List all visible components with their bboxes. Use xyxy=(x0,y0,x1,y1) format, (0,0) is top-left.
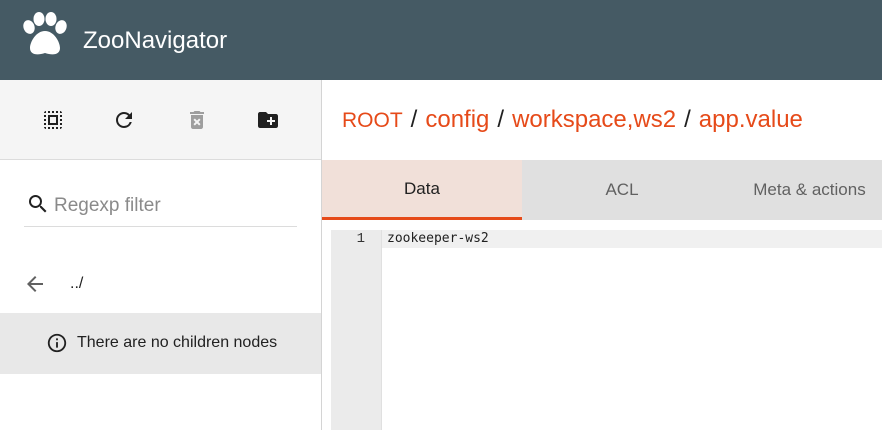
breadcrumb-item-workspace[interactable]: workspace,ws2 xyxy=(512,106,676,133)
editor-margin xyxy=(322,220,331,430)
parent-node-label: ../ xyxy=(70,275,84,292)
empty-children-message: There are no children nodes xyxy=(77,334,278,351)
delete-icon xyxy=(190,111,204,129)
breadcrumb-path: ROOT / config / workspace,ws2 / app.value xyxy=(342,106,803,134)
regexp-filter xyxy=(24,184,297,227)
refresh-icon xyxy=(116,112,132,128)
info-icon xyxy=(47,333,67,353)
node-toolbar xyxy=(0,80,321,160)
app-title: ZooNavigator xyxy=(83,27,228,54)
refresh-button[interactable] xyxy=(112,108,136,132)
node-tabs: Data ACL Meta & actions xyxy=(322,160,882,220)
data-editor[interactable]: 1 zookeeper-ws2 xyxy=(331,230,882,430)
line-number: 1 xyxy=(356,231,365,247)
breadcrumb-item-config[interactable]: config xyxy=(425,106,489,133)
create-node-button[interactable] xyxy=(256,108,280,132)
app-header: ZooNavigator xyxy=(0,0,882,80)
delete-button[interactable] xyxy=(185,108,209,132)
code-line[interactable]: zookeeper-ws2 xyxy=(387,230,489,248)
regexp-filter-input[interactable] xyxy=(54,194,294,218)
search-icon xyxy=(29,195,47,213)
select-all-icon xyxy=(44,111,62,129)
empty-children-notice: There are no children nodes xyxy=(0,313,321,374)
breadcrumb-separator: / xyxy=(497,106,505,133)
breadcrumb-separator: / xyxy=(410,106,418,133)
breadcrumb: ROOT / config / workspace,ws2 / app.value xyxy=(322,80,882,160)
tab-meta-actions[interactable]: Meta & actions xyxy=(722,160,882,220)
folder-plus-icon xyxy=(258,112,278,128)
tab-data[interactable]: Data xyxy=(322,160,522,220)
parent-node-link[interactable]: ../ xyxy=(0,264,321,304)
tab-acl[interactable]: ACL xyxy=(522,160,722,220)
breadcrumb-separator: / xyxy=(684,106,691,133)
select-all-button[interactable] xyxy=(41,108,65,132)
arrow-back-icon xyxy=(27,276,43,292)
editor-gutter: 1 xyxy=(331,230,382,430)
sidebar: ../ There are no children nodes xyxy=(0,80,321,430)
breadcrumb-item-root[interactable]: ROOT xyxy=(342,109,403,132)
paw-icon xyxy=(23,12,67,55)
breadcrumb-item-current[interactable]: app.value xyxy=(699,106,803,133)
